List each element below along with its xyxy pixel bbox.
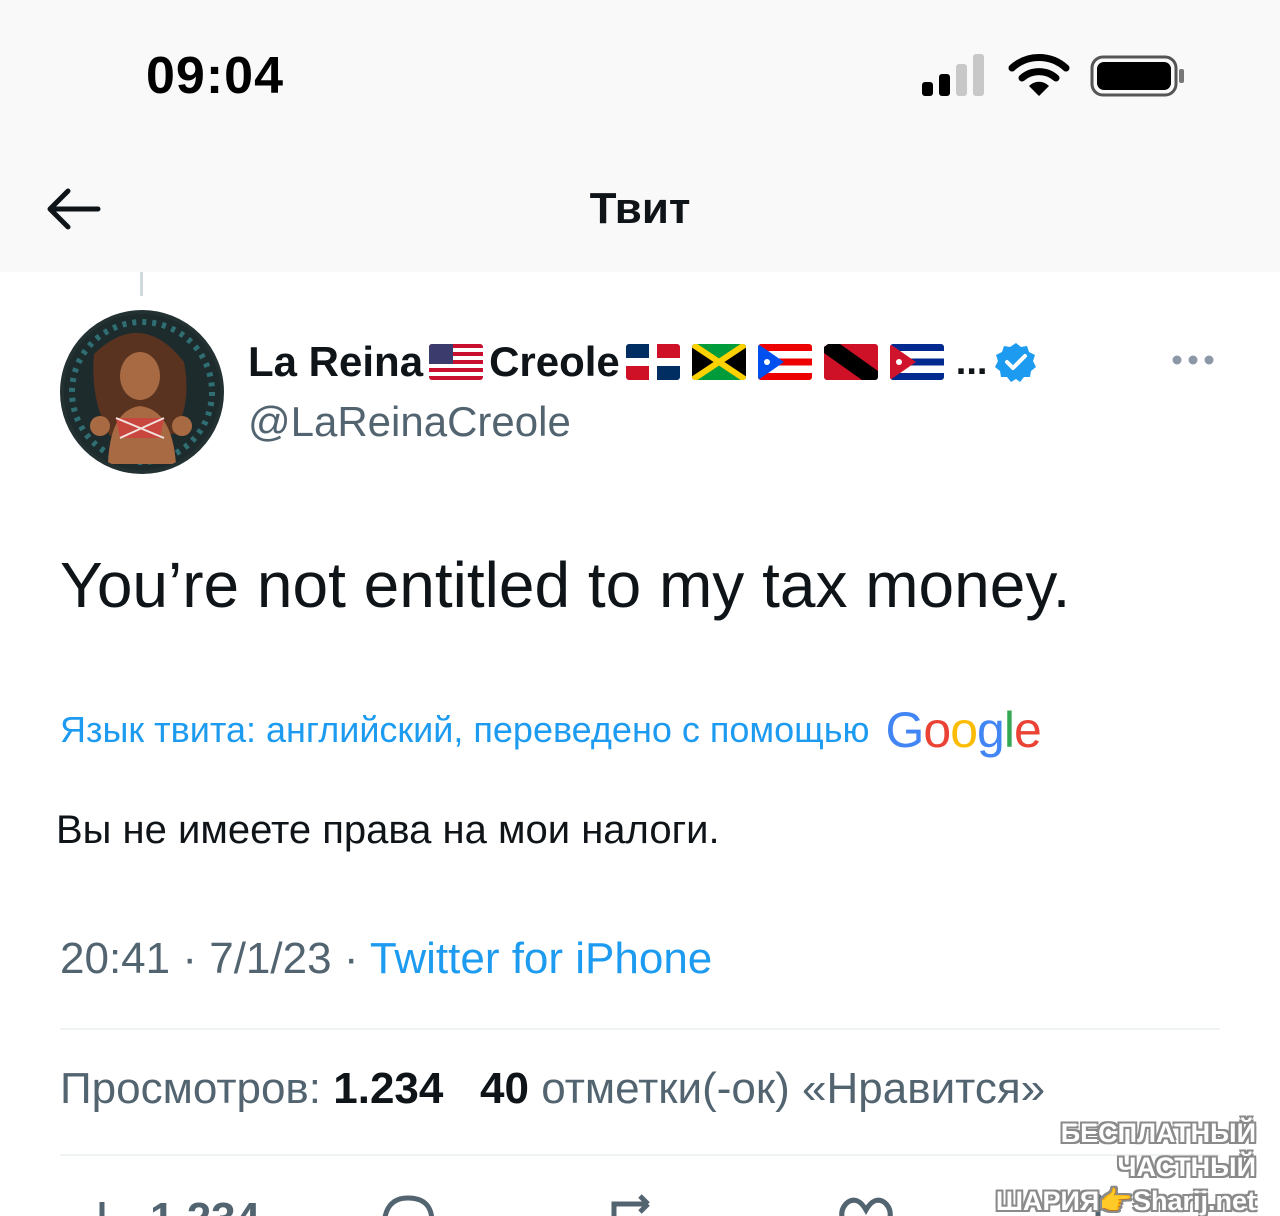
thread-connector — [140, 272, 143, 296]
separator: · — [343, 934, 370, 983]
author-name[interactable]: La Reina Creole ... — [248, 332, 1037, 392]
views-count: 1.234 — [333, 1064, 444, 1113]
author-name-first: La Reina — [248, 338, 424, 385]
more-options-icon[interactable] — [1168, 340, 1218, 380]
analytics-icon[interactable] — [80, 1188, 140, 1216]
status-time: 09:04 — [146, 47, 284, 105]
translation-note[interactable]: Язык твита: английский, переведено с пом… — [60, 702, 1042, 758]
cellular-signal-icon — [922, 54, 988, 96]
verified-badge-icon — [995, 343, 1037, 382]
tweet-text: You’re not entitled to my tax money. — [60, 549, 1071, 621]
avatar-image — [64, 314, 220, 470]
status-bar: 09:04 — [0, 0, 1280, 140]
author-name-ellipsis: ... — [955, 340, 988, 383]
translation-link[interactable]: Язык твита: английский, переведено с пом… — [60, 709, 870, 751]
separator: · — [182, 934, 210, 983]
author-handle[interactable]: @LaReinaCreole — [248, 398, 571, 446]
puerto-rico-flag-icon — [757, 344, 812, 380]
divider — [60, 1028, 1220, 1030]
likes-count[interactable]: 40 — [480, 1064, 529, 1113]
like-icon[interactable] — [836, 1188, 896, 1216]
views-label: Просмотров: — [60, 1064, 322, 1113]
translated-text: Вы не имеете права на мои налоги. — [56, 808, 720, 852]
tweet-source-link[interactable]: Twitter for iPhone — [370, 934, 712, 983]
wifi-icon — [1008, 54, 1070, 96]
retweet-icon[interactable] — [604, 1188, 664, 1216]
cuba-flag-icon — [889, 344, 944, 380]
watermark-line2: ШАРИЯ👉Sharij.net — [995, 1186, 1256, 1216]
battery-icon — [1090, 55, 1184, 97]
tweet-time: 20:41 — [60, 934, 171, 983]
author-name-second: Creole — [489, 338, 620, 385]
jamaica-flag-icon — [691, 344, 746, 380]
tweet-stats: Просмотров: 1.234 40 отметки(-ок) «Нрави… — [60, 1064, 1045, 1114]
dominican-republic-flag-icon — [625, 344, 680, 380]
page-title: Твит — [589, 184, 691, 233]
trinidad-and-tobago-flag-icon — [823, 344, 878, 380]
reply-icon[interactable] — [378, 1188, 438, 1216]
analytics-count: 1.234 — [150, 1194, 260, 1216]
likes-label[interactable]: отметки(-ок) «Нравится» — [541, 1064, 1045, 1113]
usa-flag-icon — [429, 344, 484, 380]
nav-bar: Твит — [0, 140, 1280, 272]
tweet-meta: 20:41 · 7/1/23 · Twitter for iPhone — [60, 934, 712, 984]
watermark: БЕСПЛАТНЫЙ ЧАСТНЫЙ ШАРИЯ👉Sharij.net — [946, 1116, 1256, 1216]
google-logo: Google — [885, 702, 1042, 758]
avatar[interactable] — [60, 310, 224, 474]
tweet-date: 7/1/23 — [209, 934, 332, 983]
watermark-line1: БЕСПЛАТНЫЙ ЧАСТНЫЙ — [1060, 1118, 1256, 1182]
